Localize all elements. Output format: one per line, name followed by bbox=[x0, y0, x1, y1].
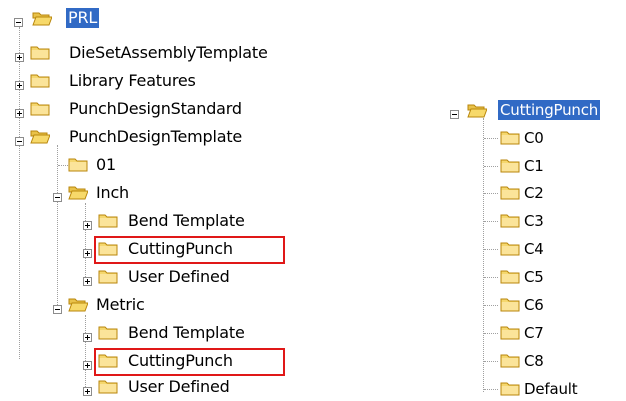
tree-guide-line bbox=[484, 193, 498, 194]
collapse-toggle-icon[interactable] bbox=[450, 110, 459, 119]
tree-guide-line bbox=[484, 333, 498, 334]
folder-closed-icon bbox=[500, 157, 520, 173]
tree-node-label: C7 bbox=[524, 324, 544, 342]
tree-guide-line bbox=[484, 389, 498, 390]
tree-node-label: C0 bbox=[524, 129, 544, 147]
folder-closed-icon bbox=[500, 296, 520, 312]
right-folder-tree: CuttingPunch C0 C1 C2 C3 C4 C5 C6 C7 C8 … bbox=[0, 0, 626, 401]
tree-guide-line bbox=[484, 277, 498, 278]
folder-closed-icon bbox=[500, 268, 520, 284]
tree-node-label: C6 bbox=[524, 296, 544, 314]
tree-guide-line bbox=[484, 249, 498, 250]
tree-node-label: Default bbox=[524, 380, 578, 398]
tree-node-label: C5 bbox=[524, 268, 544, 286]
tree-guide-line bbox=[484, 305, 498, 306]
folder-closed-icon bbox=[500, 240, 520, 256]
folder-closed-icon bbox=[500, 324, 520, 340]
tree-guide-line bbox=[484, 138, 498, 139]
folder-closed-icon bbox=[500, 184, 520, 200]
tree-node-label: C1 bbox=[524, 157, 544, 175]
folder-closed-icon bbox=[500, 352, 520, 368]
folder-closed-icon bbox=[500, 129, 520, 145]
tree-node-label: C2 bbox=[524, 184, 544, 202]
tree-node-label: C4 bbox=[524, 240, 544, 258]
tree-guide-line bbox=[484, 361, 498, 362]
tree-node-label: C3 bbox=[524, 212, 544, 230]
tree-guide-line bbox=[484, 166, 498, 167]
tree-node-label: C8 bbox=[524, 352, 544, 370]
folder-closed-icon bbox=[500, 212, 520, 228]
tree-node-label: CuttingPunch bbox=[498, 100, 601, 120]
folder-closed-icon bbox=[500, 380, 520, 396]
folder-open-icon bbox=[467, 102, 487, 118]
tree-guide-line bbox=[484, 221, 498, 222]
tree-guide-line bbox=[483, 118, 484, 392]
